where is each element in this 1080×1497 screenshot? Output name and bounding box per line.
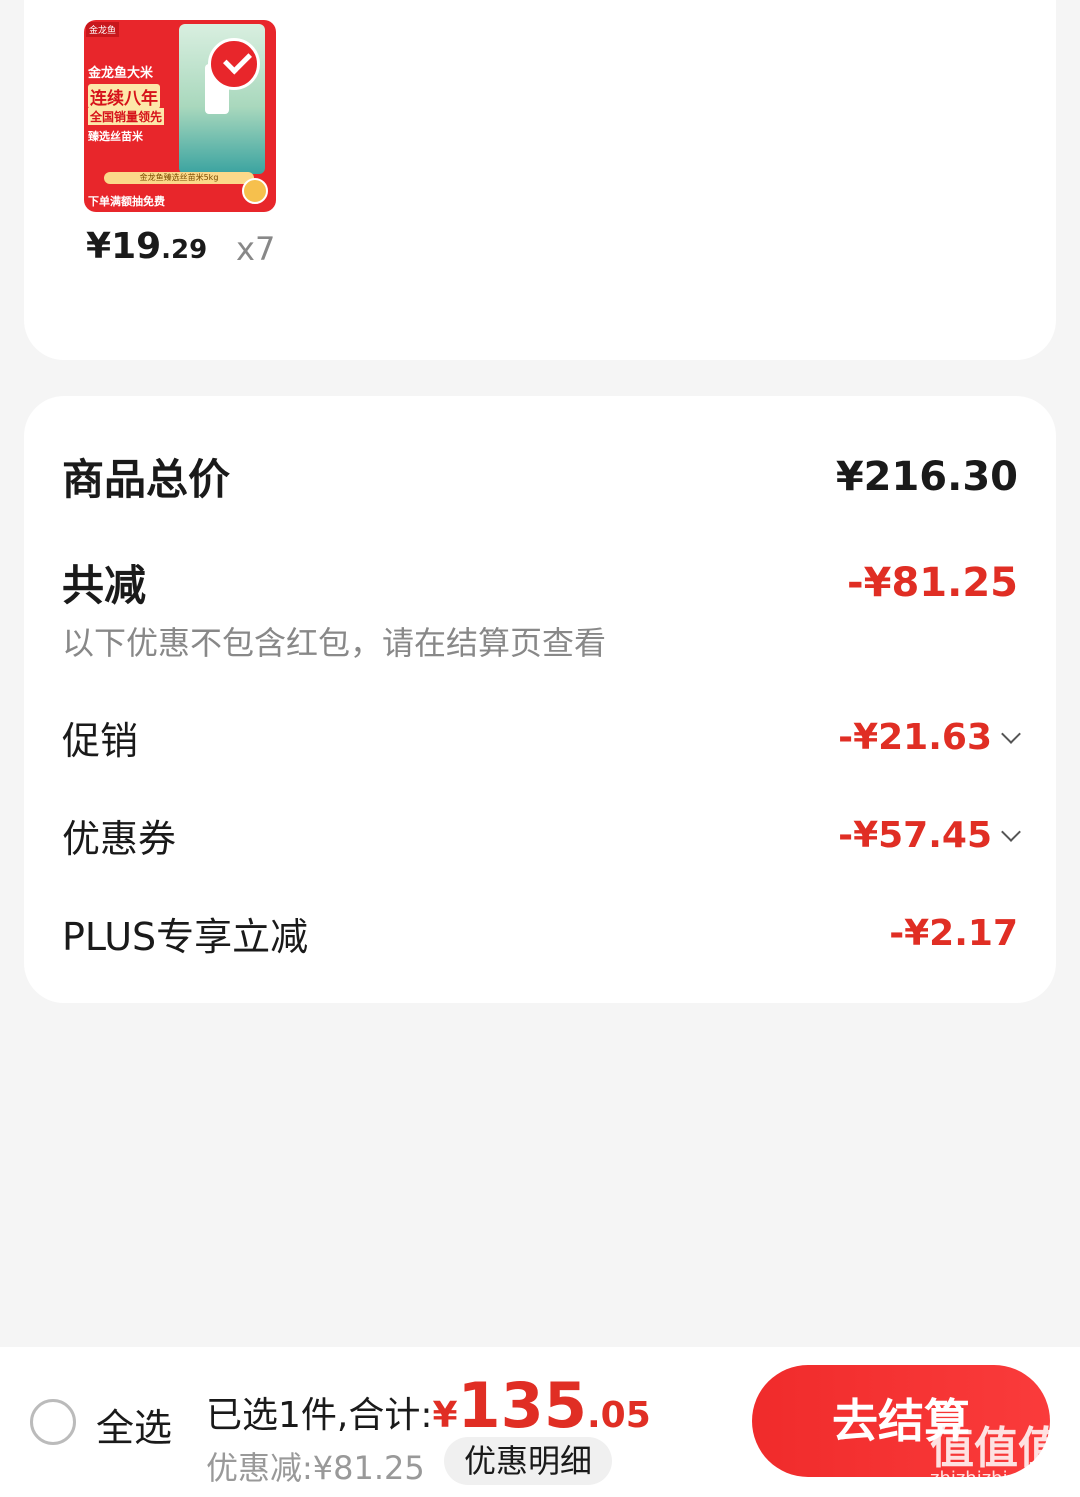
promotion-amount: -¥21.63 <box>838 717 992 758</box>
total-integer: 135 <box>457 1369 587 1442</box>
total-price-label: 商品总价 <box>62 455 231 504</box>
plus-discount-row: PLUS专享立减 -¥2.17 <box>62 906 1018 961</box>
promotion-label: 促销 <box>62 719 139 763</box>
total-reduction-label: 共减 <box>62 561 147 610</box>
price-summary-card: 商品总价 ¥216.30 共减 -¥81.25 以下优惠不包含红包，请在结算页查… <box>24 396 1056 1003</box>
coupon-value: -¥57.45 <box>838 815 1021 856</box>
total-reduction-row: 共减 -¥81.25 <box>62 552 1018 613</box>
product-card: 金龙鱼 金龙鱼大米 连续八年 全国销量领先 臻选丝苗米 金龙鱼臻选丝苗米5kg … <box>24 0 1056 360</box>
coupon-label: 优惠券 <box>62 817 177 861</box>
discount-note: 以下优惠不包含红包，请在结算页查看 <box>62 624 607 662</box>
coupon-amount: -¥57.45 <box>838 815 992 856</box>
product-image[interactable]: 金龙鱼 金龙鱼大米 连续八年 全国销量领先 臻选丝苗米 金龙鱼臻选丝苗米5kg … <box>84 20 276 212</box>
price-decimal: .29 <box>161 235 208 265</box>
product-image-text-3: 全国销量领先 <box>88 108 165 125</box>
total-price-value: ¥216.30 <box>835 453 1018 500</box>
total-reduction-value: -¥81.25 <box>847 559 1018 606</box>
select-all-label[interactable]: 全选 <box>96 1397 172 1452</box>
product-image-text-4: 臻选丝苗米 <box>88 130 143 143</box>
plus-discount-label: PLUS专享立减 <box>62 915 309 959</box>
chevron-down-icon[interactable] <box>1001 723 1021 744</box>
select-all-radio[interactable] <box>30 1399 76 1445</box>
selected-count-text: 已选1件,合计: <box>206 1395 433 1436</box>
product-quantity: x7 <box>236 230 276 268</box>
promotion-value: -¥21.63 <box>838 717 1021 758</box>
medal-icon <box>242 178 268 204</box>
product-image-text-1: 金龙鱼大米 <box>88 66 154 81</box>
discount-detail-button[interactable]: 优惠明细 <box>444 1437 613 1485</box>
coupon-row[interactable]: 优惠券 -¥57.45 <box>62 808 1021 863</box>
discount-summary: 优惠减:¥81.25 <box>206 1449 425 1487</box>
selected-total: 已选1件,合计: ¥ 135 .05 <box>206 1369 651 1442</box>
chevron-down-icon[interactable] <box>1001 821 1021 842</box>
total-yen-symbol: ¥ <box>432 1395 458 1436</box>
plus-discount-value: -¥2.17 <box>889 913 1018 954</box>
promotion-row[interactable]: 促销 -¥21.63 <box>62 710 1021 765</box>
total-price-row: 商品总价 ¥216.30 <box>62 446 1018 507</box>
price-integer: 19 <box>111 226 162 267</box>
product-price: ¥ 19 .29 <box>86 226 207 267</box>
total-decimal: .05 <box>586 1395 651 1436</box>
product-image-strip: 金龙鱼臻选丝苗米5kg <box>104 172 254 184</box>
price-symbol: ¥ <box>86 226 112 267</box>
checkout-bar: 全选 已选1件,合计: ¥ 135 .05 优惠减:¥81.25 优惠明细 去结… <box>0 1347 1080 1497</box>
product-image-bottom-text: 下单满额抽免费 <box>88 195 165 208</box>
product-brand-tag: 金龙鱼 <box>86 22 120 37</box>
check-icon <box>208 38 260 90</box>
watermark-logo: 值值值 <box>930 1423 1062 1474</box>
product-image-text-2: 连续八年 <box>88 84 160 109</box>
watermark-url: zhizhizhi.com <box>930 1468 1052 1489</box>
